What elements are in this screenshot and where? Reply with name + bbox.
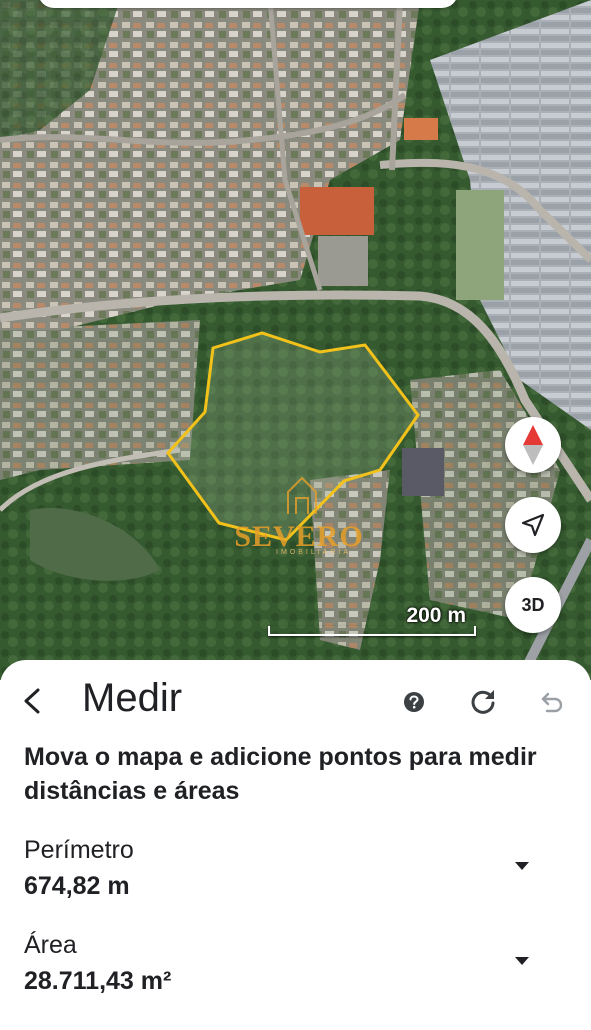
map-imagery	[0, 0, 591, 680]
perimeter-row[interactable]: Perímetro 674,82 m	[24, 832, 574, 912]
satellite-map[interactable]: SEVERO IMOBILIÁRIA 3D 200 m	[0, 0, 591, 680]
perimeter-value: 674,82 m	[24, 872, 130, 900]
watermark-subtitle: IMOBILIÁRIA	[276, 549, 352, 556]
refresh-icon[interactable]	[468, 687, 498, 717]
chevron-down-icon[interactable]	[514, 956, 530, 966]
area-row[interactable]: Área 28.711,43 m²	[24, 927, 574, 1007]
scale-label: 200 m	[406, 604, 466, 627]
instructions-text: Mova o mapa e adicione pontos para medir…	[24, 743, 537, 805]
page-title: Medir	[82, 676, 183, 720]
undo-icon[interactable]	[537, 688, 565, 716]
measure-panel: Medir Mova o mapa e adicione pontos para…	[0, 660, 591, 1030]
watermark: SEVERO IMOBILIÁRIA	[234, 470, 364, 560]
area-value: 28.711,43 m²	[24, 967, 172, 995]
scale-bar: 200 m	[268, 604, 476, 636]
my-location-button[interactable]	[505, 497, 561, 553]
panel-header: Medir	[0, 660, 591, 740]
scale-ruler	[268, 626, 476, 636]
perimeter-label: Perímetro	[24, 836, 134, 864]
compass-icon	[523, 425, 543, 465]
3d-toggle-button[interactable]: 3D	[505, 577, 561, 633]
chevron-down-icon[interactable]	[514, 861, 530, 871]
search-bar[interactable]	[38, 0, 458, 8]
area-label: Área	[24, 931, 77, 959]
compass-button[interactable]	[505, 417, 561, 473]
back-arrow-icon[interactable]	[18, 682, 50, 720]
house-logo-icon	[287, 476, 317, 514]
help-icon[interactable]	[403, 691, 425, 713]
navigation-arrow-icon	[521, 513, 545, 537]
